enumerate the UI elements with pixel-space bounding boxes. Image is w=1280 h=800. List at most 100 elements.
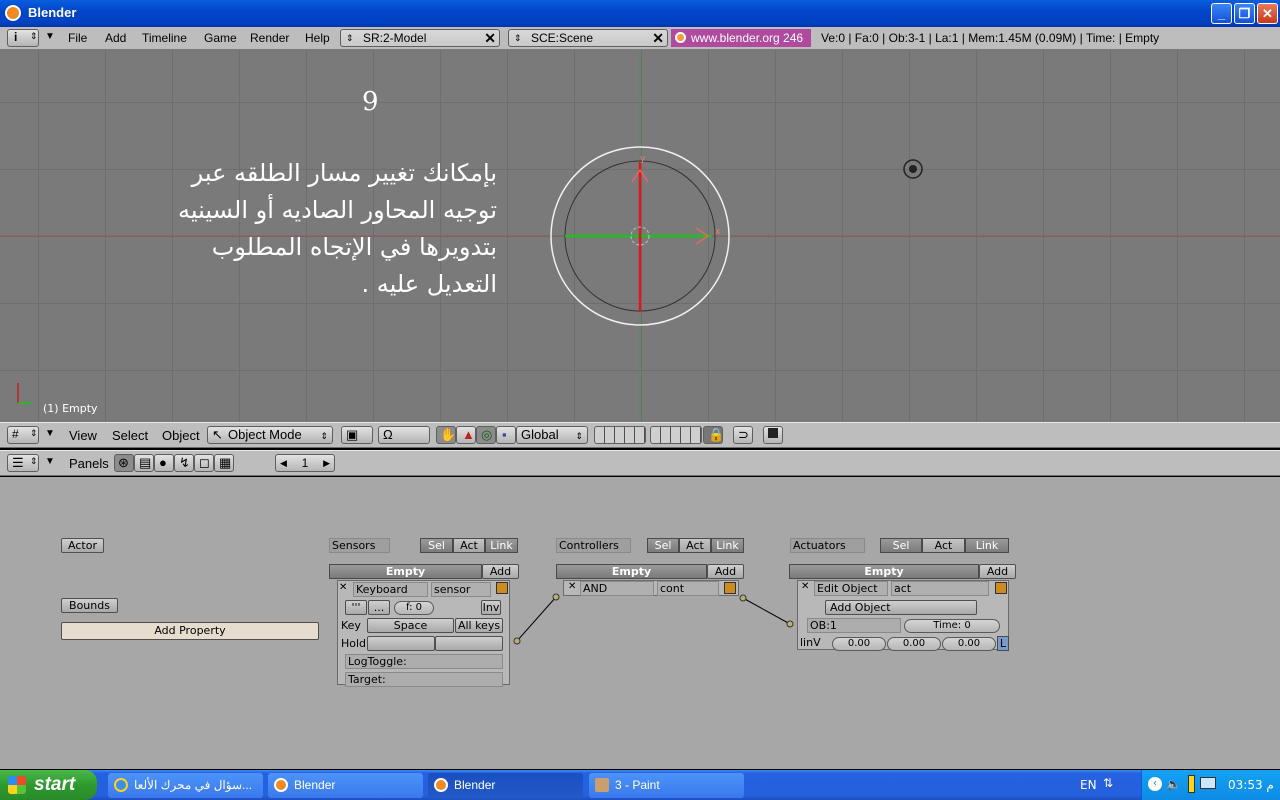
info-window-type-button[interactable]: i ⇕ <box>7 29 39 47</box>
shading-context-button[interactable]: ● <box>154 454 174 472</box>
square-icon: ▪ <box>502 427 507 442</box>
screen-selector[interactable]: ⇕ SR:2-Model ✕ <box>340 29 500 47</box>
controller-actuator-link <box>742 597 791 625</box>
volume-icon[interactable]: 🔈 <box>1166 777 1181 791</box>
actuator-input-socket[interactable] <box>786 620 794 628</box>
pivot-icon: Ω <box>383 427 393 442</box>
layer-buttons-2[interactable] <box>650 426 702 444</box>
show-hidden-icons-icon[interactable]: ‹ <box>1148 777 1162 791</box>
slide-number: 9 <box>362 87 379 117</box>
collapse-triangle-icon[interactable]: ▼ <box>45 428 55 439</box>
blender-icon <box>434 778 448 792</box>
maximize-button[interactable]: ❐ <box>1234 3 1255 24</box>
orientation-selector[interactable]: Global ⇕ <box>516 426 588 444</box>
rotate-manipulator-button[interactable]: ◎ <box>476 426 496 444</box>
solid-cube-icon: ▣ <box>346 427 359 442</box>
scene-icon: ▦ <box>219 455 232 470</box>
editing-icon: ◻ <box>199 455 210 470</box>
sensor-output-socket[interactable] <box>513 637 521 645</box>
render-preview-button[interactable] <box>763 426 783 444</box>
scene-stats: Ve:0 | Fa:0 | Ob:3-1 | La:1 | Mem:1.45M … <box>821 31 1160 45</box>
manipulator-toggle[interactable]: ✋ <box>436 426 456 444</box>
controller-output-socket[interactable] <box>739 594 747 602</box>
editing-context-button[interactable]: ◻ <box>194 454 214 472</box>
delete-scene-icon[interactable]: ✕ <box>652 30 664 46</box>
3d-viewport[interactable]: y x 9 بإمكانك تغيير مسار الطلقه عبر توجي… <box>0 50 1280 422</box>
close-button[interactable]: ✕ <box>1257 3 1278 24</box>
lock-icon: 🔒 <box>708 427 725 442</box>
minimize-button[interactable]: _ <box>1211 3 1232 24</box>
script-icon: ▤ <box>139 455 152 470</box>
lock-layers-button[interactable]: 🔒 <box>703 426 725 444</box>
menu-game[interactable]: Game <box>204 31 237 45</box>
menu-help[interactable]: Help <box>305 31 330 45</box>
translate-manipulator-button[interactable]: ▲ <box>456 426 476 444</box>
language-bar-icon[interactable]: ⇅ <box>1103 776 1113 790</box>
windows-logo-icon <box>8 776 26 794</box>
updown-arrow-icon: ⇕ <box>575 431 583 441</box>
frame-number-field[interactable]: ◀ 1 ▶ <box>275 454 335 472</box>
menu-object[interactable]: Object <box>162 428 200 443</box>
draw-type-selector[interactable]: ▣ <box>341 426 373 444</box>
paint-icon <box>595 778 609 792</box>
menu-render[interactable]: Render <box>250 31 289 45</box>
network-icon[interactable] <box>1200 777 1216 789</box>
script-context-button[interactable]: ▤ <box>134 454 154 472</box>
menu-file[interactable]: File <box>68 31 87 45</box>
battery-icon[interactable] <box>1188 775 1195 793</box>
taskbar-item-blender-1[interactable]: Blender <box>268 773 423 798</box>
object-context-button[interactable]: ↯ <box>174 454 194 472</box>
camera-icon <box>768 428 778 438</box>
sensor-controller-link <box>516 596 557 642</box>
object-mode-icon: ↖ <box>212 427 223 442</box>
delete-screen-icon[interactable]: ✕ <box>484 30 496 46</box>
mode-selector[interactable]: ↖ Object Mode ⇕ <box>207 426 333 444</box>
info-icon: i <box>14 30 18 44</box>
window-title-bar[interactable]: Blender _ ❐ ✕ <box>0 0 1280 27</box>
3d-view-header: # ⇕ ▼ View Select Object ↖ Object Mode ⇕ ▣ … <box>0 422 1280 448</box>
ie-icon <box>114 778 128 792</box>
menu-view[interactable]: View <box>69 428 97 443</box>
start-button[interactable]: start <box>0 770 97 800</box>
menu-add[interactable]: Add <box>105 31 126 45</box>
editor-type-button[interactable]: # ⇕ <box>7 426 39 444</box>
scene-selector[interactable]: ⇕ SCE:Scene ✕ <box>508 29 668 47</box>
scale-manipulator-button[interactable]: ▪ <box>496 426 516 444</box>
logic-links <box>513 593 794 645</box>
controller-input-socket[interactable] <box>552 593 560 601</box>
taskbar-item-browser[interactable]: سؤال في محرك الألعا... <box>108 773 263 798</box>
taskbar-item-blender-2[interactable]: Blender <box>428 773 583 798</box>
logic-context-button[interactable]: ⊛ <box>114 454 134 472</box>
circle-icon: ◎ <box>481 427 493 442</box>
collapse-triangle-icon[interactable]: ▼ <box>45 31 55 42</box>
active-object-label: (1) Empty <box>43 402 98 415</box>
left-arrow-icon: ◀ <box>280 458 287 468</box>
logic-editor: Actor Bounds Add Property Sensors Sel Ac… <box>0 477 1280 769</box>
buttons-header: ☰ ⇕ ▼ Panels ⊛ ▤ ● ↯ ◻ ▦ ◀ 1 ▶ <box>0 450 1280 476</box>
language-indicator[interactable]: EN <box>1080 778 1097 792</box>
snap-icon: ⊃ <box>738 427 749 442</box>
panels-label: Panels <box>69 456 109 471</box>
scene-context-button[interactable]: ▦ <box>214 454 234 472</box>
editor-type-button[interactable]: ☰ ⇕ <box>7 454 39 472</box>
updown-arrow-icon: ⇕ <box>320 431 328 441</box>
system-tray: ‹ 🔈 03:53 م <box>1141 770 1280 800</box>
window-title: Blender <box>28 5 77 20</box>
updown-arrow-icon: ⇕ <box>30 428 38 438</box>
blender-logo-icon <box>675 32 686 43</box>
buttons-window-icon: ☰ <box>12 455 24 470</box>
right-arrow-icon: ▶ <box>323 458 330 468</box>
layer-buttons-1[interactable] <box>594 426 646 444</box>
windows-taskbar: start سؤال في محرك الألعا... Blender Ble… <box>0 770 1280 800</box>
pivot-selector[interactable]: Ω <box>378 426 430 444</box>
menu-timeline[interactable]: Timeline <box>142 31 187 45</box>
taskbar-item-paint[interactable]: 3 - Paint <box>589 773 744 798</box>
blender-site-label: www.blender.org 246 <box>671 29 811 47</box>
logic-icon: ⊛ <box>118 455 129 470</box>
blender-icon <box>274 778 288 792</box>
menu-select[interactable]: Select <box>112 428 148 443</box>
proportional-edit-button[interactable]: ⊃ <box>733 426 753 444</box>
info-header: i ⇕ ▼ File Add Timeline Game Render Help … <box>0 27 1280 50</box>
collapse-triangle-icon[interactable]: ▼ <box>45 456 55 467</box>
clock[interactable]: 03:53 م <box>1228 778 1274 792</box>
